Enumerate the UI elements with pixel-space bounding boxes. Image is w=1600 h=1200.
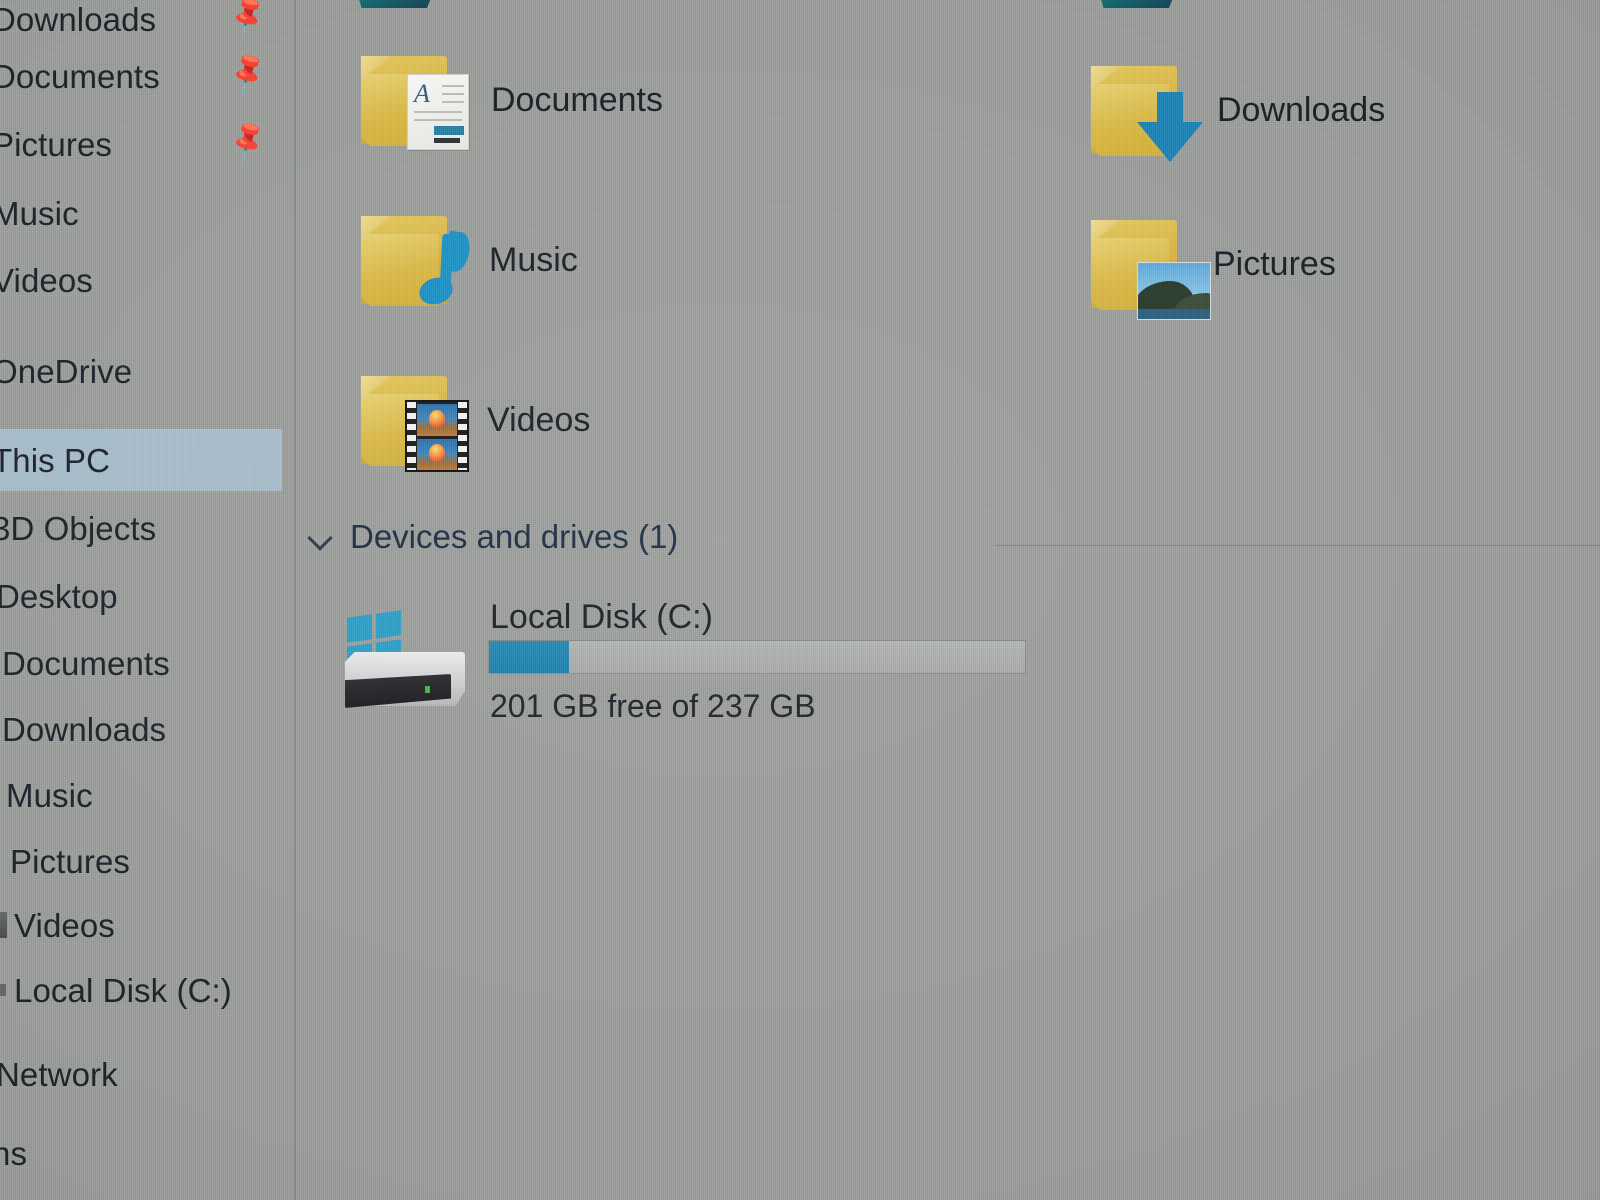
sidebar-item-pictures-quick[interactable]: Pictures 📌 xyxy=(0,113,282,175)
sidebar-item-label: Local Disk (C:) xyxy=(14,971,232,1009)
download-arrow-badge-icon xyxy=(1137,92,1203,162)
sidebar-item-label: Documents xyxy=(2,644,170,682)
sidebar-item-downloads[interactable]: Downloads xyxy=(0,698,282,760)
sidebar-item-this-pc[interactable]: This PC xyxy=(0,429,282,491)
sidebar-item-desktop[interactable]: Desktop xyxy=(0,565,282,627)
sidebar-item-label: Downloads xyxy=(0,0,157,38)
folder-tile-documents[interactable]: A Documents xyxy=(355,48,663,152)
picture-badge-icon xyxy=(1137,262,1211,320)
content-pane: A Documents Music Videos Downloads Pictu… xyxy=(295,0,1600,1200)
sidebar-item-label: OneDrive xyxy=(0,352,133,390)
folder-icon xyxy=(0,912,7,938)
sidebar-item-music-quick[interactable]: Music xyxy=(0,182,282,244)
drive-capacity-bar xyxy=(488,640,1026,674)
drive-tile-local-disk-c[interactable]: Local Disk (C:) 201 GB free of 237 GB xyxy=(345,592,1105,722)
pin-icon[interactable]: 📌 xyxy=(223,0,272,41)
sidebar-item-local-disk-c[interactable]: Local Disk (C:) xyxy=(0,959,282,1021)
folder-tile-music[interactable]: Music xyxy=(355,208,578,312)
folder-tile-label: Downloads xyxy=(1217,91,1386,129)
folder-tile-videos[interactable]: Videos xyxy=(355,368,590,472)
drive-free-space-label: 201 GB free of 237 GB xyxy=(490,688,816,724)
sidebar-item-documents-quick[interactable]: Documents 📌 xyxy=(0,45,282,107)
folder-desktop-icon xyxy=(353,0,439,8)
document-badge-icon: A xyxy=(407,74,469,150)
folder-tile-pictures[interactable]: Pictures xyxy=(1085,212,1336,320)
sidebar-item-network[interactable]: Network xyxy=(0,1043,282,1105)
sidebar-item-label: 3D Objects xyxy=(0,509,157,547)
sidebar-item-label: ns xyxy=(0,1134,28,1172)
sidebar-item-clipped[interactable]: ns xyxy=(0,1122,282,1184)
sidebar-item-label: Documents xyxy=(0,57,160,95)
sidebar-item-music[interactable]: Music xyxy=(0,764,282,826)
folder-tile-label: Music xyxy=(489,241,578,279)
sidebar-item-label: Downloads xyxy=(2,710,167,748)
pin-icon[interactable]: 📌 xyxy=(223,50,272,98)
sidebar-item-videos-quick[interactable]: Videos xyxy=(0,249,282,311)
folder-desktop-icon xyxy=(1095,0,1181,8)
folder-documents-icon: A xyxy=(355,48,469,152)
sidebar-item-label: Videos xyxy=(0,261,93,299)
folder-videos-icon xyxy=(355,368,469,472)
folder-tile-downloads[interactable]: Downloads xyxy=(1085,58,1385,162)
sidebar-item-label: Desktop xyxy=(0,577,118,615)
folder-music-icon xyxy=(355,208,472,312)
sidebar-item-onedrive[interactable]: OneDrive xyxy=(0,340,282,402)
sidebar-item-documents[interactable]: Documents xyxy=(0,632,282,694)
folder-tile-label: Pictures xyxy=(1213,245,1336,283)
sidebar-item-label: Videos xyxy=(14,906,115,944)
music-note-badge-icon xyxy=(411,230,472,312)
sidebar-item-pictures[interactable]: Pictures xyxy=(0,830,282,892)
file-explorer-screen: Downloads 📌 Documents 📌 Pictures 📌 Music… xyxy=(0,0,1600,1200)
drive-icon xyxy=(0,984,6,996)
navigation-pane: Downloads 📌 Documents 📌 Pictures 📌 Music… xyxy=(0,0,295,1200)
windows-drive-icon xyxy=(345,610,470,714)
sidebar-item-label: Pictures xyxy=(10,842,131,880)
drive-name-label: Local Disk (C:) xyxy=(490,598,713,636)
sidebar-item-label: Music xyxy=(6,776,93,814)
pin-icon[interactable]: 📌 xyxy=(223,118,272,166)
folder-pictures-icon xyxy=(1085,212,1211,320)
film-strip-badge-icon xyxy=(405,400,469,472)
folder-tile-label: Documents xyxy=(491,81,663,119)
group-header-label: Devices and drives (1) xyxy=(350,518,679,555)
sidebar-item-label: Pictures xyxy=(0,125,113,163)
sidebar-item-label: Music xyxy=(0,194,79,232)
pane-divider xyxy=(294,0,296,1200)
sidebar-item-label: This PC xyxy=(0,441,111,479)
folder-tile-label: Videos xyxy=(487,401,591,439)
sidebar-item-videos[interactable]: Videos xyxy=(0,894,282,956)
folder-downloads-icon xyxy=(1085,58,1203,162)
chevron-down-icon[interactable] xyxy=(308,524,334,550)
devices-and-drives-group-header[interactable]: Devices and drives (1) xyxy=(308,520,678,553)
drive-capacity-bar-fill xyxy=(489,641,570,673)
sidebar-item-downloads-quick[interactable]: Downloads 📌 xyxy=(0,0,282,50)
sidebar-item-label: Network xyxy=(0,1055,118,1093)
group-header-divider xyxy=(995,545,1600,546)
sidebar-item-3d-objects[interactable]: 3D Objects xyxy=(0,497,282,559)
